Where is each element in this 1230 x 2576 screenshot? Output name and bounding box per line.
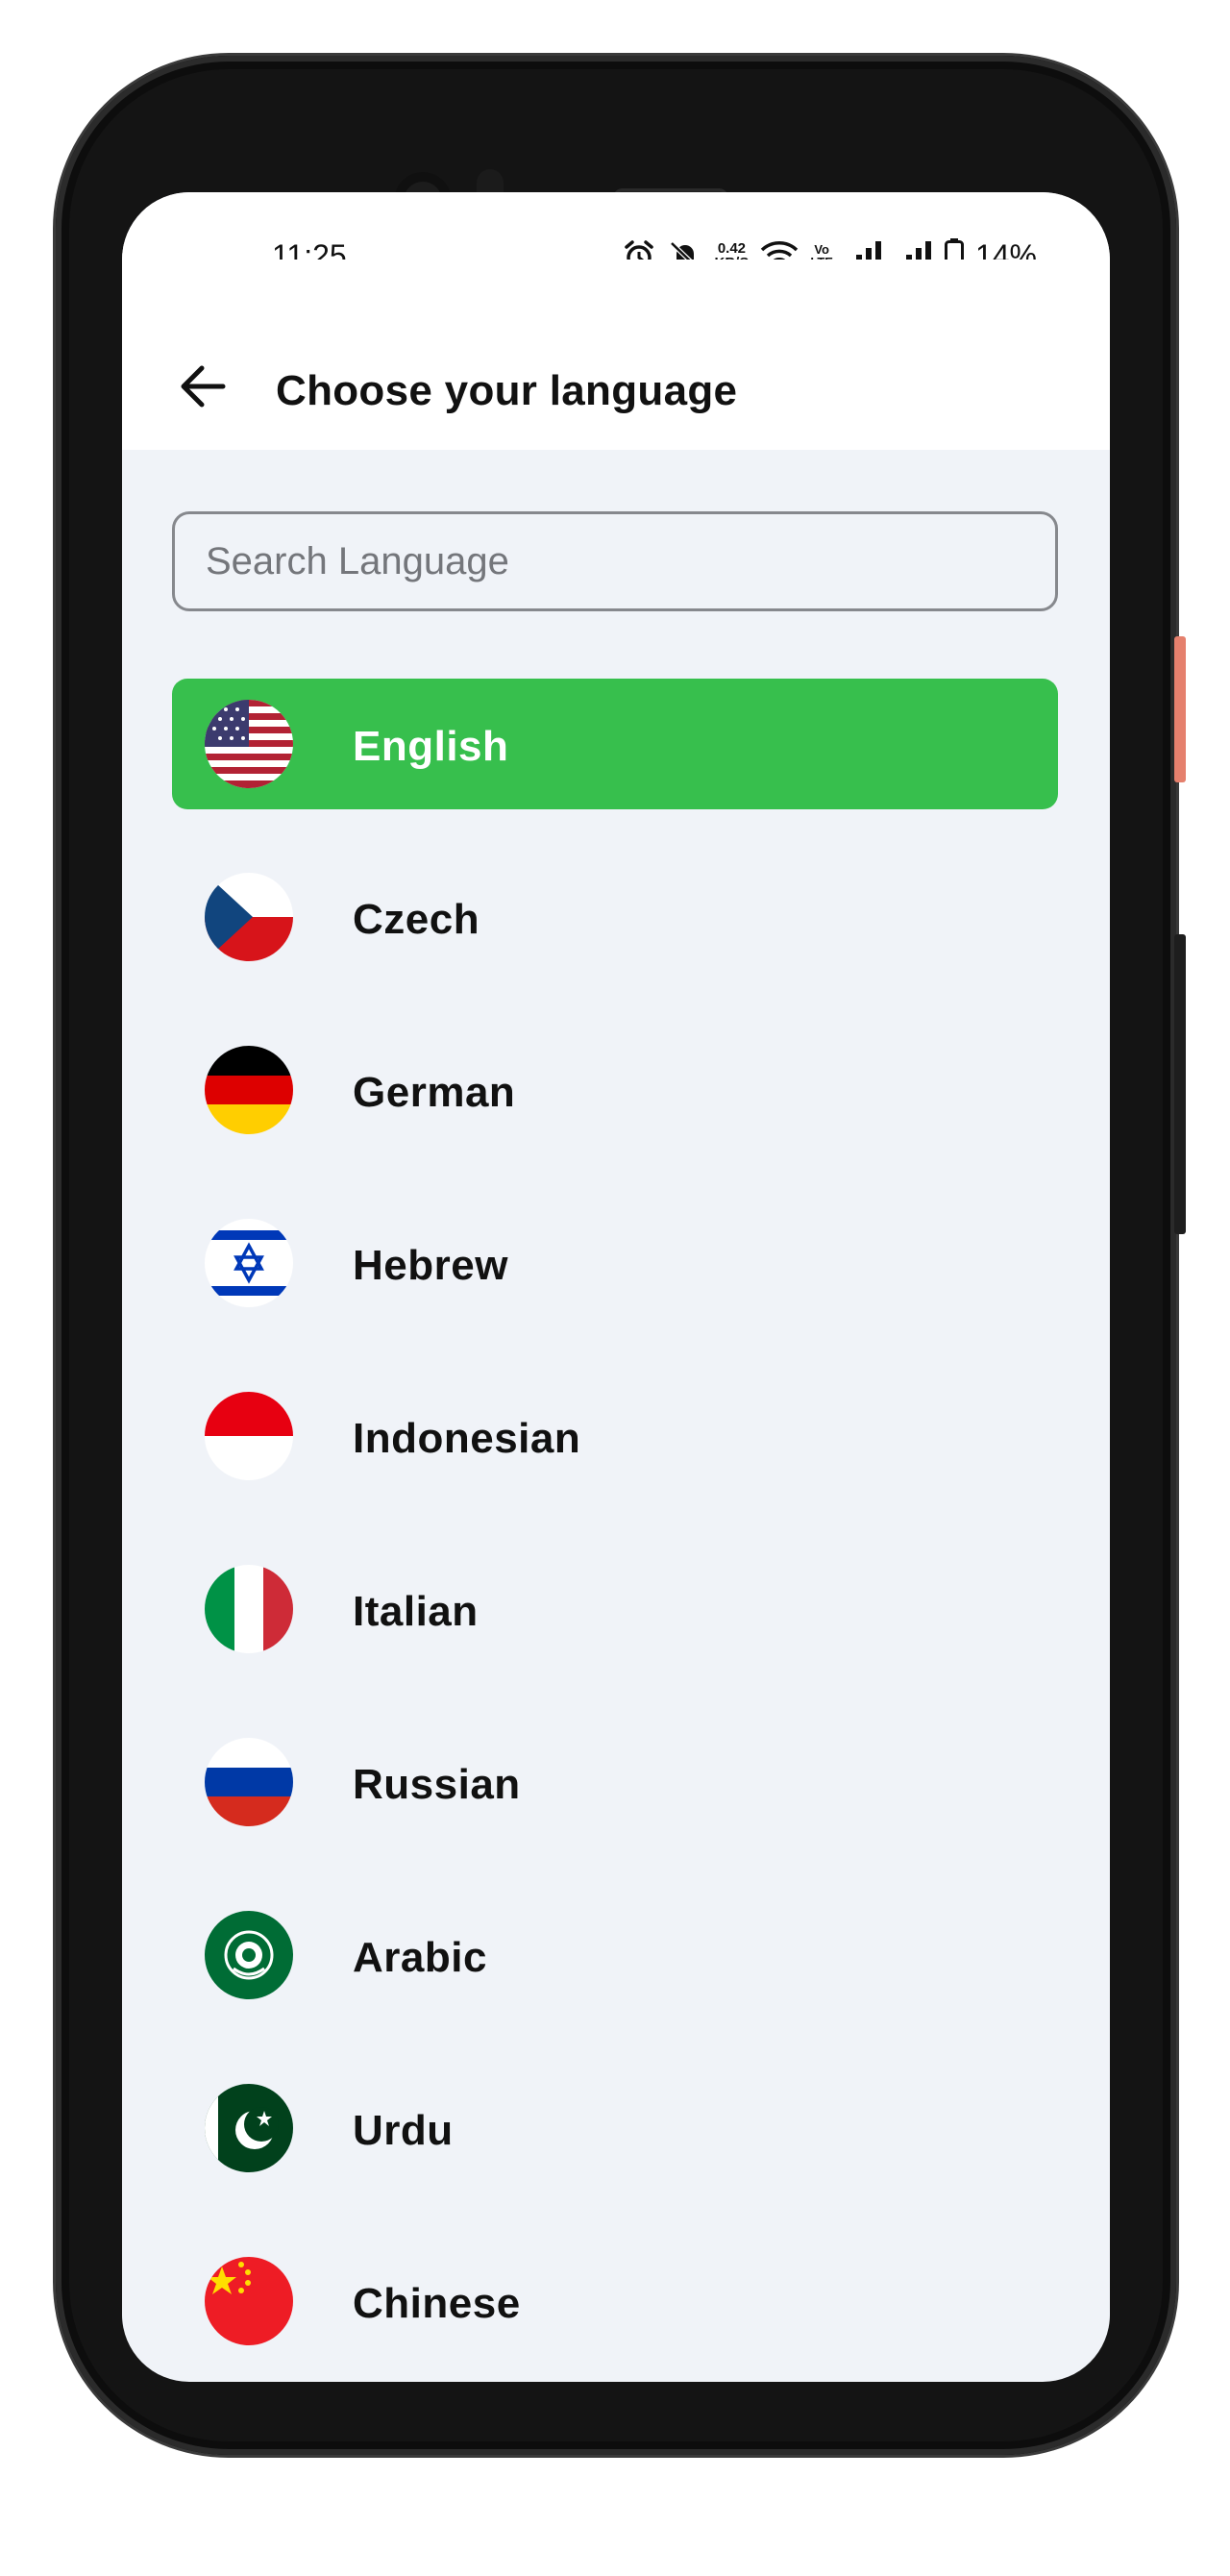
israel-flag-icon [205,1219,293,1307]
language-item-german[interactable]: German [172,1025,1058,1155]
power-key [1174,934,1186,1234]
app-bar: Choose your language [122,260,1110,450]
language-item-english[interactable]: English [172,679,1058,809]
language-item-urdu[interactable]: Urdu [172,2063,1058,2193]
czech-flag-icon [205,873,293,961]
arrow-left-icon [181,365,226,408]
network-speed-value: 0.42 [717,240,747,257]
pakistan-flag-icon [205,2084,293,2172]
language-label: German [353,1069,516,1116]
language-label: Urdu [353,2107,454,2154]
language-label: Russian [353,1761,521,1808]
status-bar: 11:25 0.42 KB/S [122,192,1110,273]
language-item-indonesian[interactable]: Indonesian [172,1371,1058,1501]
language-label: Indonesian [353,1415,581,1462]
back-button[interactable] [172,356,234,417]
language-label: Czech [353,896,480,943]
language-label: Italian [353,1588,479,1635]
language-label: Hebrew [353,1242,508,1289]
search-language-input[interactable] [172,511,1058,611]
language-item-arabic[interactable]: Arabic [172,1890,1058,2020]
language-item-hebrew[interactable]: Hebrew [172,1198,1058,1328]
language-item-russian[interactable]: Russian [172,1717,1058,1847]
language-label: English [353,723,509,770]
arab-league-flag-icon [205,1911,293,1999]
language-label: Chinese [353,2280,521,2327]
volume-key [1174,636,1186,782]
language-item-czech[interactable]: Czech [172,852,1058,982]
language-label: Arabic [353,1934,487,1981]
russia-flag-icon [205,1738,293,1826]
language-list: English Czech German Hebrew Indonesian I… [172,679,1058,2382]
german-flag-icon [205,1046,293,1134]
language-item-chinese[interactable]: Chinese [172,2236,1058,2366]
app-screen: 11:25 0.42 KB/S [122,192,1110,2382]
china-flag-icon [205,2257,293,2345]
page-title: Choose your language [276,367,738,414]
italy-flag-icon [205,1565,293,1653]
indonesia-flag-icon [205,1392,293,1480]
us-flag-icon [205,700,293,788]
language-item-italian[interactable]: Italian [172,1544,1058,1674]
